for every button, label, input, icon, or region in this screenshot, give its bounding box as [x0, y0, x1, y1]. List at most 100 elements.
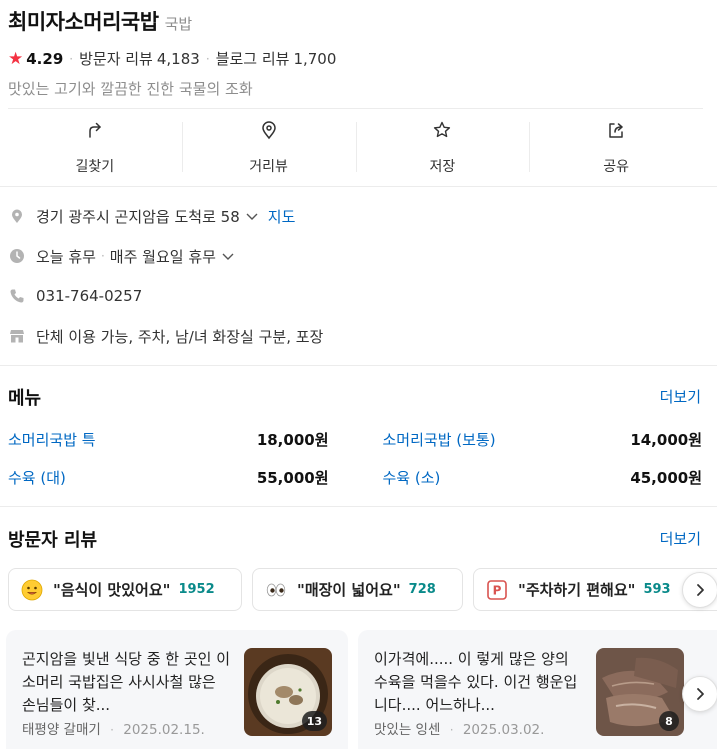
- menu-item[interactable]: 수육 (대) 55,000원: [8, 467, 356, 488]
- menu-item-name[interactable]: 수육 (소): [383, 467, 441, 488]
- smile-emoji-icon: [21, 579, 43, 601]
- amenities-row: 단체 이용 가능, 주차, 남/녀 화장실 구분, 포장: [8, 316, 708, 356]
- divider: [0, 365, 717, 366]
- share-label: 공유: [603, 159, 629, 175]
- menu-item-price: 45,000원: [630, 468, 702, 487]
- share-button[interactable]: 공유: [529, 110, 703, 186]
- menu-more-link[interactable]: 더보기: [660, 386, 701, 407]
- divider: [0, 186, 717, 187]
- star-outline-icon: [432, 120, 452, 144]
- review-author: 태평양 갈매기: [22, 722, 101, 738]
- photo-count-badge: 13: [301, 711, 327, 731]
- street-view-button[interactable]: 거리뷰: [181, 110, 356, 186]
- phone-number[interactable]: 031-764-0257: [36, 287, 142, 305]
- reviews-scroll-right-button[interactable]: [682, 676, 717, 712]
- directions-label: 길찾기: [75, 159, 115, 175]
- divider: [8, 108, 703, 109]
- menu-item-name[interactable]: 소머리국밥 특: [8, 429, 96, 450]
- amenities-text: 단체 이용 가능, 주차, 남/녀 화장실 구분, 포장: [36, 327, 324, 346]
- keyword-chip[interactable]: "음식이 맛있어요" 1952: [8, 568, 242, 611]
- review-date: 2025.02.15.: [123, 722, 205, 738]
- menu-row: 수육 (대) 55,000원 수육 (소) 45,000원: [8, 458, 703, 496]
- directions-icon: [85, 120, 105, 144]
- phone-row: 031-764-0257: [8, 276, 708, 316]
- save-button[interactable]: 저장: [355, 110, 530, 186]
- separator-dot: ·: [100, 249, 105, 263]
- parking-emoji-icon: P: [486, 579, 508, 601]
- menu-item-name[interactable]: 수육 (대): [8, 467, 66, 488]
- eyes-emoji-icon: [265, 579, 287, 601]
- menu-section-title: 메뉴: [8, 388, 42, 409]
- review-meta: 태평양 갈매기 · 2025.02.15.: [22, 718, 205, 738]
- address-row: 경기 광주시 곤지암읍 도척로 58 지도: [8, 196, 708, 236]
- keyword-count: 1952: [178, 582, 215, 597]
- menu-row: 소머리국밥 특 18,000원 소머리국밥 (보통) 14,000원: [8, 420, 703, 458]
- visitor-review-count[interactable]: 4,183: [157, 50, 200, 68]
- store-icon: [8, 327, 26, 345]
- menu-item[interactable]: 소머리국밥 (보통) 14,000원: [356, 429, 704, 450]
- review-photo[interactable]: 8: [596, 648, 684, 736]
- directions-button[interactable]: 길찾기: [8, 110, 182, 186]
- save-label: 저장: [429, 159, 456, 175]
- review-card[interactable]: 곤지암을 빛낸 식당 중 한 곳인 이 소머리 국밥집은 사시사철 많은 손님들…: [6, 630, 348, 749]
- divider: [0, 506, 717, 507]
- keyword-chip[interactable]: "매장이 넓어요" 728: [252, 568, 463, 611]
- menu-item-price: 14,000원: [630, 430, 702, 449]
- phone-icon: [8, 287, 26, 305]
- photo-count-badge: 8: [659, 711, 679, 731]
- keyword-count: 728: [408, 582, 436, 597]
- reviews-more-link[interactable]: 더보기: [660, 528, 701, 549]
- hours-detail: 매주 월요일 휴무: [109, 247, 216, 266]
- review-card[interactable]: 이가격에..... 이 렇게 많은 양의 수육을 먹을수 있다. 이건 행운입니…: [358, 630, 717, 749]
- separator-dot: ·: [69, 51, 74, 66]
- place-category: 국밥: [164, 15, 193, 33]
- keyword-text: "주차하기 편해요": [518, 581, 636, 599]
- hours-status: 오늘 휴무: [36, 247, 96, 266]
- place-description: 맛있는 고기와 깔끔한 진한 국물의 조화: [8, 80, 253, 98]
- separator-dot: ·: [205, 51, 210, 66]
- separator-dot: ·: [110, 723, 114, 737]
- location-pin-icon: [8, 207, 26, 225]
- address-text: 경기 광주시 곤지암읍 도척로 58: [36, 207, 240, 226]
- keyword-text: "매장이 넓어요": [297, 581, 401, 599]
- chevron-down-icon[interactable]: [222, 247, 234, 265]
- street-view-label: 거리뷰: [249, 159, 288, 175]
- reviews-section-title: 방문자 리뷰: [8, 530, 98, 551]
- place-header: 최미자소머리국밥 국밥 ★ 4.29 · 방문자 리뷰 4,183 · 블로그 …: [8, 6, 708, 99]
- keyword-count: 593: [643, 582, 671, 597]
- title-row: 최미자소머리국밥 국밥: [8, 6, 708, 36]
- menu-item-price: 18,000원: [256, 430, 329, 449]
- review-author: 맛있는 잉센: [374, 722, 441, 738]
- review-text: 이가격에..... 이 렇게 많은 양의 수육을 먹을수 있다. 이건 행운입니…: [374, 650, 578, 714]
- place-info: 경기 광주시 곤지암읍 도척로 58 지도 오늘 휴무 · 매주 월요일 휴무 …: [8, 196, 708, 356]
- visitor-review-label[interactable]: 방문자 리뷰: [79, 48, 153, 69]
- menu-item-name[interactable]: 소머리국밥 (보통): [383, 429, 496, 450]
- place-name: 최미자소머리국밥: [8, 10, 159, 34]
- action-bar: 길찾기 거리뷰 저장 공유: [8, 110, 703, 186]
- location-pin-icon: [259, 120, 279, 144]
- menu-item[interactable]: 소머리국밥 특 18,000원: [8, 429, 356, 450]
- review-meta: 맛있는 잉센 · 2025.03.02.: [374, 718, 544, 738]
- menu-list: 소머리국밥 특 18,000원 소머리국밥 (보통) 14,000원 수육 (대…: [8, 420, 703, 496]
- review-text: 곤지암을 빛낸 식당 중 한 곳인 이 소머리 국밥집은 사시사철 많은 손님들…: [22, 650, 231, 714]
- stats-row: ★ 4.29 · 방문자 리뷰 4,183 · 블로그 리뷰 1,700: [8, 48, 708, 69]
- chips-scroll-right-button[interactable]: [682, 572, 717, 608]
- rating-value: 4.29: [26, 49, 64, 68]
- keyword-chips: "음식이 맛있어요" 1952 "매장이 넓어요" 728 P "주차하기 편해…: [8, 568, 717, 612]
- blog-review-label[interactable]: 블로그 리뷰: [216, 48, 290, 69]
- chevron-down-icon[interactable]: [246, 207, 258, 225]
- menu-item[interactable]: 수육 (소) 45,000원: [356, 467, 704, 488]
- map-link[interactable]: 지도: [268, 206, 296, 227]
- clock-icon: [8, 247, 26, 265]
- keyword-text: "음식이 맛있어요": [53, 581, 171, 599]
- hours-row: 오늘 휴무 · 매주 월요일 휴무: [8, 236, 708, 276]
- keyword-chip[interactable]: P "주차하기 편해요" 593: [473, 568, 717, 611]
- review-photo[interactable]: 13: [244, 648, 332, 736]
- svg-text:P: P: [493, 583, 502, 597]
- share-icon: [606, 120, 626, 144]
- separator-dot: ·: [449, 723, 454, 737]
- blog-review-count[interactable]: 1,700: [293, 50, 336, 68]
- chevron-right-icon: [697, 584, 704, 596]
- review-date: 2025.03.02.: [462, 722, 545, 738]
- star-icon: ★: [8, 48, 24, 69]
